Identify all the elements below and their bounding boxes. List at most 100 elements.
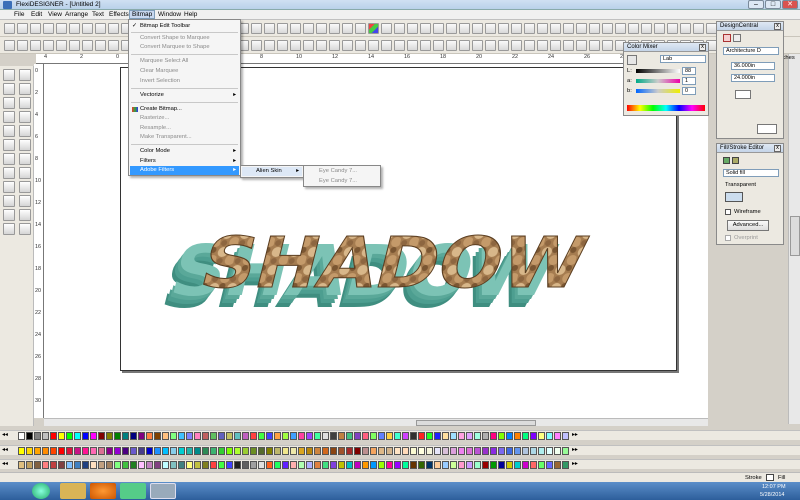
toolbar-button[interactable] xyxy=(303,23,314,34)
palette-swatch[interactable] xyxy=(114,447,121,455)
palette-swatch[interactable] xyxy=(162,447,169,455)
wireframe-checkbox[interactable] xyxy=(725,209,731,215)
palette-swatch[interactable] xyxy=(378,447,385,455)
palette-swatch[interactable] xyxy=(186,461,193,469)
palette-swatch[interactable] xyxy=(130,447,137,455)
palette-swatch[interactable] xyxy=(282,447,289,455)
palette-swatch[interactable] xyxy=(178,461,185,469)
palette-swatch[interactable] xyxy=(42,461,49,469)
toolbar-button[interactable] xyxy=(43,40,54,51)
tool-button[interactable] xyxy=(3,153,15,165)
palette-swatch[interactable] xyxy=(418,447,425,455)
menu-item-create-bitmap[interactable]: Create Bitmap... xyxy=(130,105,239,114)
advanced-button[interactable]: Advanced... xyxy=(727,220,769,231)
palette-swatch[interactable] xyxy=(90,432,97,440)
fill-stroke-close-icon[interactable]: x xyxy=(774,145,781,152)
tool-button[interactable] xyxy=(19,83,31,95)
palette-swatch[interactable] xyxy=(194,432,201,440)
palette-swatch[interactable] xyxy=(554,447,561,455)
palette-swatch[interactable] xyxy=(146,447,153,455)
toolbar-button[interactable] xyxy=(641,23,652,34)
tool-button[interactable] xyxy=(3,83,15,95)
palette-swatch[interactable] xyxy=(538,432,545,440)
tool-button[interactable] xyxy=(3,167,15,179)
toolbar-button[interactable] xyxy=(524,40,535,51)
channel-b-value[interactable]: 0 xyxy=(682,87,696,95)
palette-swatch[interactable] xyxy=(242,461,249,469)
palette-swatch[interactable] xyxy=(74,432,81,440)
palette-swatch[interactable] xyxy=(522,461,529,469)
menu-effects[interactable]: Effects xyxy=(107,11,131,18)
palette-swatch[interactable] xyxy=(58,461,65,469)
palette-swatch[interactable] xyxy=(170,447,177,455)
palette-swatch[interactable] xyxy=(74,447,81,455)
stroke-swatch[interactable] xyxy=(766,474,774,481)
menu-item-make-transparent[interactable]: Make Transparent... xyxy=(130,133,239,142)
palette-swatch[interactable] xyxy=(314,432,321,440)
palette-swatch[interactable] xyxy=(178,432,185,440)
palette-swatch[interactable] xyxy=(466,447,473,455)
palette-swatch[interactable] xyxy=(538,461,545,469)
palette-swatch[interactable] xyxy=(498,432,505,440)
palette-swatch[interactable] xyxy=(554,432,561,440)
palette-swatch[interactable] xyxy=(266,432,273,440)
toolbar-button[interactable] xyxy=(82,23,93,34)
palette-swatch[interactable] xyxy=(538,447,545,455)
palette-swatch[interactable] xyxy=(474,432,481,440)
palette-swatch[interactable] xyxy=(42,432,49,440)
palette-swatch[interactable] xyxy=(490,432,497,440)
palette-nav-right-icon[interactable]: ▸▸ xyxy=(572,447,578,453)
palette-swatch[interactable] xyxy=(442,432,449,440)
palette-swatch[interactable] xyxy=(450,432,457,440)
palette-swatch[interactable] xyxy=(474,447,481,455)
menu-item-marquee-select-all[interactable]: Marquee Select All xyxy=(130,57,239,66)
toolbar-button[interactable] xyxy=(264,23,275,34)
palette-swatch[interactable] xyxy=(378,461,385,469)
palette-swatch[interactable] xyxy=(98,461,105,469)
toolbar-button[interactable] xyxy=(368,40,379,51)
tool-button[interactable] xyxy=(3,181,15,193)
palette-swatch[interactable] xyxy=(450,461,457,469)
menu-help[interactable]: Help xyxy=(182,11,199,18)
palette-swatch[interactable] xyxy=(498,461,505,469)
toolbar-button[interactable] xyxy=(17,40,28,51)
palette-swatch[interactable] xyxy=(546,447,553,455)
palette-swatch[interactable] xyxy=(506,461,513,469)
palette-swatch[interactable] xyxy=(66,432,73,440)
menu-edit[interactable]: Edit xyxy=(29,11,44,18)
palette-swatch[interactable] xyxy=(394,447,401,455)
toolbar-button[interactable] xyxy=(420,23,431,34)
palette-swatch[interactable] xyxy=(410,432,417,440)
channel-l-value[interactable]: 88 xyxy=(682,67,696,75)
menu-item-convert-shape-to-marquee[interactable]: Convert Shape to Marquee xyxy=(130,34,239,43)
palette-swatch[interactable] xyxy=(138,447,145,455)
palette-swatch[interactable] xyxy=(522,432,529,440)
palette-swatch[interactable] xyxy=(74,461,81,469)
menu-window[interactable]: Window xyxy=(156,11,183,18)
palette-swatch[interactable] xyxy=(138,461,145,469)
palette-swatch[interactable] xyxy=(546,432,553,440)
toolbar-button[interactable] xyxy=(550,23,561,34)
palette-swatch[interactable] xyxy=(210,447,217,455)
toolbar-button[interactable] xyxy=(4,40,15,51)
palette-swatch[interactable] xyxy=(370,461,377,469)
firefox-taskbar-icon[interactable] xyxy=(90,483,116,499)
toolbar-button[interactable] xyxy=(108,40,119,51)
palette-swatch[interactable] xyxy=(434,447,441,455)
spectrum-bar[interactable] xyxy=(627,105,705,111)
tool-button[interactable] xyxy=(19,125,31,137)
menu-item-clear-marquee[interactable]: Clear Marquee xyxy=(130,67,239,76)
toolbar-button[interactable] xyxy=(680,23,691,34)
palette-swatch[interactable] xyxy=(34,432,41,440)
palette-swatch[interactable] xyxy=(266,447,273,455)
palette-swatch[interactable] xyxy=(186,447,193,455)
palette-swatch[interactable] xyxy=(514,461,521,469)
palette-swatch[interactable] xyxy=(314,447,321,455)
palette-swatch[interactable] xyxy=(482,432,489,440)
palette-swatch[interactable] xyxy=(170,432,177,440)
palette-swatch[interactable] xyxy=(490,447,497,455)
toolbar-button[interactable] xyxy=(472,40,483,51)
palette-swatch[interactable] xyxy=(274,461,281,469)
palette-swatch[interactable] xyxy=(330,432,337,440)
palette-swatch[interactable] xyxy=(362,461,369,469)
